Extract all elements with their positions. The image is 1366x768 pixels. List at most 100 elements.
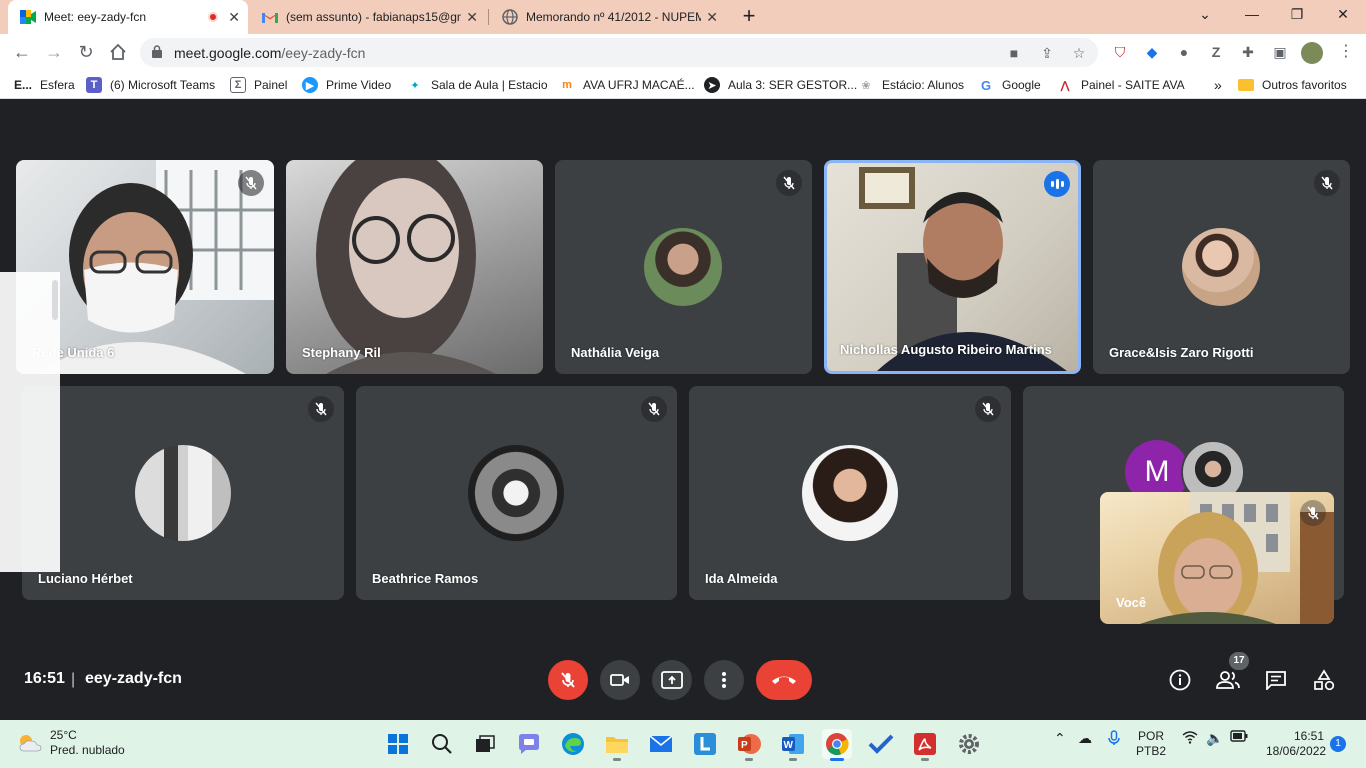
bookmark-painel-saite[interactable]: ⋀ Painel - SAITE AVA bbox=[1057, 76, 1184, 94]
mic-toggle-button[interactable] bbox=[548, 660, 588, 700]
globe-icon bbox=[502, 9, 518, 25]
tab-meet[interactable]: Meet: eey-zady-fcn ✕ bbox=[8, 0, 248, 34]
hangup-phone-icon bbox=[772, 676, 796, 684]
lock-icon[interactable] bbox=[152, 45, 162, 58]
teams-chat-app[interactable] bbox=[514, 729, 544, 759]
bookmark-google[interactable]: G Google bbox=[978, 76, 1041, 94]
extensions-puzzle-icon[interactable]: ✚ bbox=[1238, 42, 1258, 62]
self-view[interactable]: Você bbox=[1100, 492, 1334, 624]
esfera-icon: E... bbox=[14, 78, 33, 92]
bookmark-ava-ufrj[interactable]: m AVA UFRJ MACAÉ... bbox=[559, 76, 694, 94]
zotero-extension-icon[interactable]: Z bbox=[1206, 42, 1226, 62]
participant-tile[interactable]: Stephany Ril bbox=[286, 160, 543, 374]
extension-grey-icon[interactable]: ● bbox=[1174, 42, 1194, 62]
bookmark-teams[interactable]: T (6) Microsoft Teams bbox=[86, 76, 215, 94]
leave-call-button[interactable] bbox=[756, 660, 812, 700]
ublock-extension-icon[interactable]: ⛉ bbox=[1110, 42, 1130, 62]
camera-permission-icon[interactable]: ■ bbox=[1006, 45, 1022, 61]
address-bar[interactable]: meet.google.com/eey-zady-fcn ■ ⇪ ☆ bbox=[140, 38, 1098, 67]
bookmark-label: (6) Microsoft Teams bbox=[110, 78, 216, 92]
participant-tile[interactable]: Luciano Hérbet bbox=[22, 386, 344, 600]
participant-tile[interactable]: Grace&Isis Zaro Rigotti bbox=[1093, 160, 1350, 374]
activities-button[interactable] bbox=[1311, 667, 1337, 693]
onedrive-cloud-icon[interactable]: ☁ bbox=[1078, 730, 1092, 747]
settings-app[interactable] bbox=[954, 729, 984, 759]
participant-name: Luciano Hérbet bbox=[38, 571, 133, 586]
acrobat-app[interactable] bbox=[910, 729, 940, 761]
powerpoint-app[interactable]: P bbox=[734, 729, 764, 761]
participant-tile[interactable]: Ida Almeida bbox=[689, 386, 1011, 600]
system-clock[interactable]: 16:51 18/06/2022 bbox=[1266, 729, 1326, 759]
reload-icon[interactable]: ↻ bbox=[74, 40, 98, 64]
side-panel-icon[interactable]: ▣ bbox=[1270, 42, 1290, 62]
chat-button[interactable] bbox=[1263, 667, 1289, 693]
new-tab-button[interactable]: + bbox=[737, 5, 761, 29]
share-icon[interactable]: ⇪ bbox=[1039, 45, 1055, 61]
more-options-button[interactable] bbox=[704, 660, 744, 700]
close-tab-icon[interactable]: ✕ bbox=[228, 9, 240, 26]
participant-video bbox=[859, 167, 1067, 371]
close-tab-icon[interactable]: ✕ bbox=[466, 9, 478, 26]
back-icon[interactable]: ← bbox=[10, 40, 34, 64]
home-icon[interactable] bbox=[106, 40, 130, 64]
prime-video-icon: ▶ bbox=[302, 77, 318, 93]
bookmark-prime-video[interactable]: ▶ Prime Video bbox=[302, 76, 391, 94]
chrome-menu-icon[interactable]: ⋮ bbox=[1336, 42, 1356, 62]
bookmark-estacio-alunos[interactable]: ❀ Estácio: Alunos bbox=[858, 76, 964, 94]
bookmark-outros-favoritos[interactable]: Outros favoritos bbox=[1238, 76, 1347, 94]
more-bookmarks-chevron-icon[interactable]: » bbox=[1214, 76, 1222, 94]
bookmark-esfera[interactable]: E... Esfera bbox=[14, 76, 75, 94]
bookmark-aula3[interactable]: ➤ Aula 3: SER GESTOR... bbox=[704, 76, 857, 94]
meeting-details-button[interactable] bbox=[1167, 667, 1193, 693]
camera-toggle-button[interactable] bbox=[600, 660, 640, 700]
tab-memorando[interactable]: Memorando nº 41/2012 - NUPEM ✕ bbox=[490, 0, 726, 34]
tray-overflow-chevron-icon[interactable]: ⌃ bbox=[1054, 730, 1066, 747]
participant-tile[interactable]: Nathália Veiga bbox=[555, 160, 812, 374]
edge-app[interactable] bbox=[558, 729, 588, 759]
meeting-code: eey-zady-fcn bbox=[85, 670, 182, 687]
minimize-icon[interactable]: — bbox=[1242, 6, 1262, 22]
search-button[interactable] bbox=[427, 729, 457, 759]
bookmark-sala-de-aula[interactable]: ✦ Sala de Aula | Estacio bbox=[407, 76, 547, 94]
l-app[interactable] bbox=[690, 729, 720, 759]
tab-gmail[interactable]: (sem assunto) - fabianaps15@gm ✕ bbox=[250, 0, 486, 34]
running-indicator bbox=[613, 758, 621, 761]
file-explorer-app[interactable] bbox=[602, 729, 632, 761]
tab-search-chevron-icon[interactable]: ⌄ bbox=[1195, 6, 1215, 23]
start-button[interactable] bbox=[383, 729, 413, 759]
language-indicator[interactable]: POR PTB2 bbox=[1136, 729, 1166, 759]
muted-mic-icon bbox=[238, 170, 264, 196]
people-button[interactable] bbox=[1215, 667, 1241, 693]
participant-tile-active-speaker[interactable]: Nichollas Augusto Ribeiro Martins bbox=[824, 160, 1081, 374]
forward-icon[interactable]: → bbox=[42, 40, 66, 64]
speaking-indicator-icon bbox=[1044, 171, 1070, 197]
chrome-app[interactable] bbox=[822, 729, 852, 761]
microphone-tray-icon[interactable] bbox=[1108, 730, 1120, 749]
side-overlay-panel[interactable] bbox=[0, 272, 60, 572]
window-close-icon[interactable]: ✕ bbox=[1333, 6, 1353, 23]
close-tab-icon[interactable]: ✕ bbox=[706, 9, 718, 26]
notification-badge[interactable]: 1 bbox=[1330, 736, 1346, 752]
extension-blue-icon[interactable]: ◆ bbox=[1142, 42, 1162, 62]
running-indicator bbox=[789, 758, 797, 761]
todo-app[interactable] bbox=[866, 729, 896, 759]
tab-title: Meet: eey-zady-fcn bbox=[44, 10, 147, 24]
word-app[interactable]: W bbox=[778, 729, 808, 761]
battery-icon[interactable] bbox=[1230, 730, 1248, 745]
task-view-button[interactable] bbox=[470, 729, 500, 759]
weather-widget[interactable]: 25°C Pred. nublado bbox=[16, 728, 125, 758]
wifi-icon[interactable] bbox=[1182, 730, 1198, 747]
mail-app[interactable] bbox=[646, 729, 676, 759]
restore-icon[interactable]: ❐ bbox=[1287, 6, 1307, 23]
participant-name: Nathália Veiga bbox=[571, 345, 660, 360]
saite-icon: ⋀ bbox=[1060, 79, 1070, 92]
volume-icon[interactable]: 🔈 bbox=[1206, 730, 1223, 747]
panel-scroll-handle[interactable] bbox=[52, 280, 58, 320]
bookmark-painel[interactable]: Σ Painel bbox=[230, 76, 287, 94]
profile-avatar[interactable] bbox=[1301, 42, 1323, 64]
bookmark-star-icon[interactable]: ☆ bbox=[1071, 45, 1087, 61]
present-screen-button[interactable] bbox=[652, 660, 692, 700]
participant-tile[interactable]: Beathrice Ramos bbox=[356, 386, 677, 600]
avatar-initial: M bbox=[1144, 455, 1170, 488]
participant-name: Ida Almeida bbox=[705, 571, 778, 586]
